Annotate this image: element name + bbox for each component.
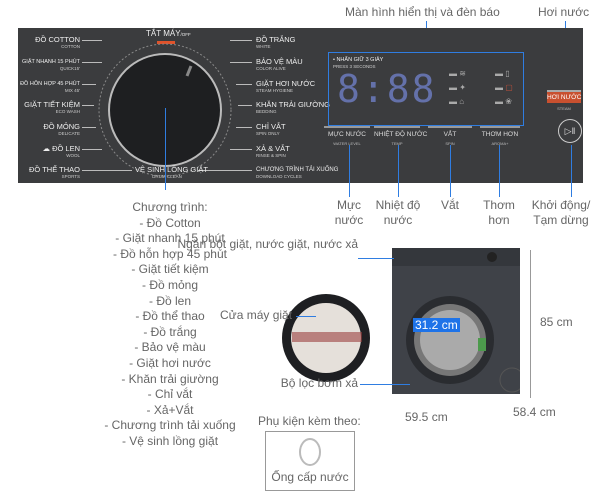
program-list-item: - Giặt tiết kiệm bbox=[131, 262, 209, 277]
program-quick15[interactable]: GIẶT NHANH 15 PHÚT QUICK15' bbox=[0, 58, 80, 72]
program-sports[interactable]: ĐỒ THỂ THAO SPORTS bbox=[0, 166, 80, 180]
program-drum-clean[interactable]: VỆ SINH LỒNG GIẶT DRUM CLEAN bbox=[135, 166, 208, 180]
door-diameter-badge: 31.2 cm bbox=[413, 318, 460, 332]
wifi-icon: ▬ ≋ bbox=[449, 69, 466, 78]
program-list-item: - Bảo vệ màu bbox=[134, 340, 206, 355]
start-callout: Khởi động/ Tạm dừng bbox=[531, 198, 591, 227]
phone-icon: ▬ ▯ bbox=[495, 69, 510, 78]
temp-button[interactable]: NHIỆT ĐỘ NƯỚC TEMP bbox=[374, 126, 427, 146]
filter-callout: Bộ lọc bơm xả bbox=[280, 376, 358, 390]
display-screen: • NHẤN GIỮ 3 GIÂY PRESS 3 SECONDS 8:88 ▬ … bbox=[328, 52, 524, 126]
callout-line bbox=[165, 108, 166, 190]
program-rinse-spin[interactable]: XẢ & VẮT RINSE & SPIN bbox=[256, 145, 290, 159]
time-digits: 8:88 bbox=[337, 67, 437, 111]
hose-icon bbox=[299, 438, 321, 466]
height-label: 85 cm bbox=[540, 315, 573, 329]
drawer-callout: Ngăn bột giặt, nước giặt, nước xả bbox=[177, 237, 358, 251]
steam-led-icon: ▬ ▢ bbox=[495, 83, 513, 92]
water-level-button[interactable]: MỰC NƯỚC WATER LEVEL bbox=[324, 126, 370, 146]
steam-button[interactable]: HƠI NƯỚC STEAM bbox=[547, 90, 581, 111]
program-list-item: - Vệ sinh lồng giặt bbox=[121, 433, 219, 448]
aroma-button[interactable]: THƠM HƠN AROMA+ bbox=[480, 126, 520, 146]
program-list-item: - Đồ len bbox=[148, 293, 192, 308]
washing-machine-image bbox=[282, 248, 520, 394]
spin-callout: Vắt bbox=[440, 198, 459, 212]
program-white[interactable]: ĐỒ TRẮNG WHITE bbox=[256, 36, 295, 50]
program-steam-hygiene[interactable]: GIẶT HƠI NƯỚC STEAM HYGIENE bbox=[256, 80, 315, 94]
accessories-title: Phụ kiện kèm theo: bbox=[258, 414, 361, 428]
product-infographic: Màn hình hiển thị và đèn báo Hơi nước TẮ… bbox=[0, 0, 600, 501]
program-list-item: - Đồ mỏng bbox=[141, 277, 199, 292]
program-list-item: - Giặt hơi nước bbox=[129, 355, 211, 370]
program-list-item: - Đồ trắng bbox=[143, 324, 197, 339]
accessory-item: Ống cấp nước bbox=[271, 470, 349, 484]
program-delicate[interactable]: ĐỒ MỎNG DELICATE bbox=[0, 123, 80, 137]
program-eco[interactable]: GIẶT TIẾT KIỆM ECO WASH bbox=[0, 101, 80, 115]
accessory-box: Ống cấp nước bbox=[265, 431, 355, 491]
water-level-callout: Mực nước bbox=[334, 198, 364, 227]
program-download[interactable]: CHƯƠNG TRÌNH TẢI XUỐNG DOWNLOAD CYCLES bbox=[256, 166, 338, 180]
lock-icon: ▬ ⌂ bbox=[449, 97, 465, 106]
door-callout: Cửa máy giặt bbox=[220, 308, 293, 322]
height-dimension bbox=[530, 250, 531, 398]
program-list-item: - Chỉ vắt bbox=[147, 387, 193, 402]
program-cotton[interactable]: ĐỒ COTTON COTTON bbox=[0, 36, 80, 50]
width-label: 59.5 cm bbox=[405, 410, 448, 424]
aroma-callout: Thơm hơn bbox=[483, 198, 515, 227]
aroma-icon: ▬ ❀ bbox=[495, 97, 512, 106]
sensor-icon: ▬ ✦ bbox=[449, 83, 466, 92]
program-wool[interactable]: ☁ ĐỒ LEN WOOL bbox=[0, 145, 80, 159]
program-list-item: - Đồ Cotton bbox=[139, 215, 201, 230]
programs-title: Chương trình: bbox=[132, 200, 208, 214]
wool-icon: ☁ bbox=[42, 144, 53, 153]
depth-label: 58.4 cm bbox=[513, 405, 556, 419]
temp-callout: Nhiệt độ nước bbox=[375, 198, 421, 227]
display-callout: Màn hình hiển thị và đèn báo bbox=[345, 5, 500, 19]
program-list-item: - Xả+Vắt bbox=[146, 402, 194, 417]
start-pause-button[interactable]: ▷‖ bbox=[558, 119, 582, 143]
program-color-alive[interactable]: BẢO VỆ MÀU COLOR ALIVE bbox=[256, 58, 303, 72]
option-icons: ▬ ▯ ▬ ▢ ▬ ❀ bbox=[495, 67, 513, 109]
program-list-item: - Khăn trải giường bbox=[121, 371, 219, 386]
program-list-item: - Chương trình tải xuống bbox=[104, 418, 236, 433]
program-bedding[interactable]: KHĂN TRẢI GIƯỜNG BEDDING bbox=[256, 101, 330, 115]
status-icons: ▬ ≋ ▬ ✦ ▬ ⌂ bbox=[449, 67, 466, 109]
steam-callout: Hơi nước bbox=[538, 5, 590, 19]
off-label: TẮT MÁY/OFF bbox=[146, 29, 191, 38]
program-spin-only[interactable]: CHỈ VẮT SPIN ONLY bbox=[256, 123, 286, 137]
spin-button[interactable]: VẮT SPIN bbox=[428, 126, 472, 146]
play-pause-icon: ▷‖ bbox=[564, 126, 576, 136]
program-mix45[interactable]: ĐỒ HỖN HỢP 45 PHÚT MIX 45' bbox=[0, 80, 80, 94]
